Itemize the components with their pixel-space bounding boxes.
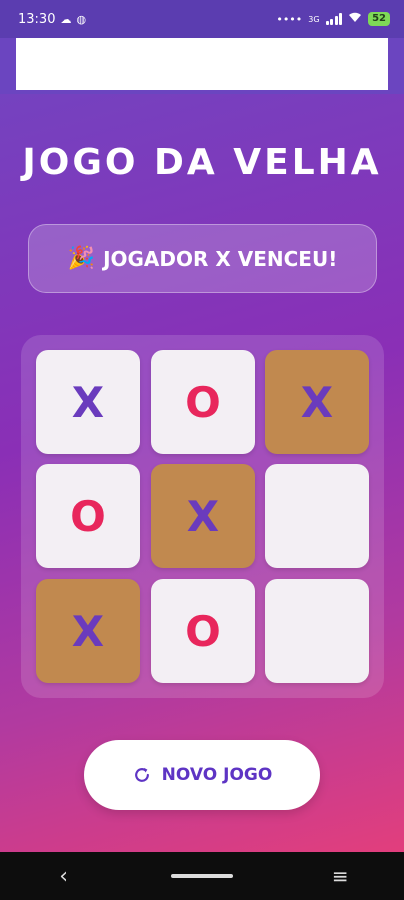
board-cell-4[interactable]: X	[151, 464, 255, 568]
globe-icon: ◍	[76, 12, 87, 26]
new-game-label: NOVO JOGO	[161, 765, 273, 785]
cell-mark: O	[185, 377, 221, 427]
board-cell-5[interactable]	[265, 464, 369, 568]
status-time: 13:30	[18, 11, 56, 27]
winner-status: 🎉 JOGADOR X VENCEU!	[28, 224, 377, 293]
wifi-icon	[348, 11, 362, 27]
board-cell-1[interactable]: O	[151, 350, 255, 454]
network-label: 3G	[308, 14, 320, 24]
battery-icon: 52	[368, 12, 390, 26]
cell-mark: X	[186, 491, 220, 541]
winner-text: JOGADOR X VENCEU!	[103, 246, 338, 271]
status-bar: 13:30 ☁ ◍ •••• 3G 52	[0, 0, 404, 38]
system-nav-bar: ‹ ≡	[0, 852, 404, 900]
board-cell-6[interactable]: X	[36, 579, 140, 683]
cell-mark: X	[71, 606, 105, 656]
back-icon[interactable]: ‹	[44, 864, 84, 889]
status-right: •••• 3G 52	[276, 11, 390, 27]
board-cell-8[interactable]	[265, 579, 369, 683]
ad-banner-area	[0, 38, 404, 94]
page-title: JOGO DA VELHA	[22, 142, 382, 183]
board-cell-7[interactable]: O	[151, 579, 255, 683]
cell-mark: X	[300, 377, 334, 427]
cell-mark: O	[70, 491, 106, 541]
dots-icon: ••••	[276, 12, 303, 26]
cloud-icon: ☁	[60, 12, 72, 26]
menu-icon[interactable]: ≡	[320, 864, 360, 888]
home-pill[interactable]	[170, 874, 233, 878]
board-cell-3[interactable]: O	[36, 464, 140, 568]
cell-mark: X	[71, 377, 105, 427]
ad-banner[interactable]	[16, 38, 388, 90]
board-cell-2[interactable]: X	[265, 350, 369, 454]
party-popper-icon: 🎉	[67, 245, 96, 271]
cell-mark: O	[185, 606, 221, 656]
refresh-icon	[132, 765, 152, 785]
new-game-button[interactable]: NOVO JOGO	[84, 740, 320, 810]
game-board: X O X O X X O	[21, 335, 384, 698]
status-left: 13:30 ☁ ◍	[18, 12, 86, 27]
board-cell-0[interactable]: X	[36, 350, 140, 454]
signal-icon	[325, 13, 343, 25]
